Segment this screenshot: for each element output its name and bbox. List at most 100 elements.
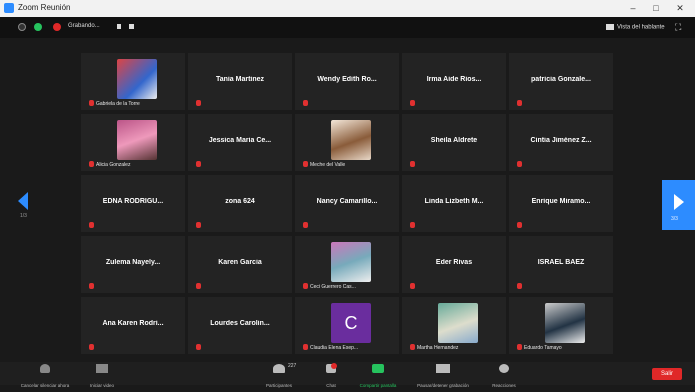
muted-mic-icon (89, 100, 94, 106)
participant-tile[interactable]: EDNA RODRIGU... (80, 174, 186, 233)
participant-tile[interactable]: Alicia Gonzalez (80, 113, 186, 172)
pause-recording-icon[interactable] (117, 24, 121, 29)
participant-avatar (438, 303, 478, 343)
participant-tile[interactable]: Eduardo Tamayo (508, 296, 614, 355)
muted-mic-icon (196, 100, 201, 106)
muted-mic-icon (89, 161, 94, 167)
participant-tile[interactable]: Eder Rivas (401, 235, 507, 294)
recording-icon (53, 23, 61, 31)
participant-tile[interactable]: Sheila Aldrete (401, 113, 507, 172)
muted-mic-icon (517, 283, 522, 289)
muted-mic-icon (89, 222, 94, 228)
participant-name: Gabriela de la Torre (96, 101, 140, 107)
next-page-number: 3/3 (671, 216, 678, 222)
participant-tile[interactable]: zona 624 (187, 174, 293, 233)
share-screen-icon (372, 364, 384, 373)
muted-mic-icon (517, 161, 522, 167)
muted-mic-icon (410, 283, 415, 289)
muted-mic-icon (196, 222, 201, 228)
participant-name: Jessica Maria Ce... (208, 137, 272, 144)
participant-avatar (545, 303, 585, 343)
muted-mic-icon (517, 222, 522, 228)
zoom-logo-icon (4, 3, 14, 13)
pause-recording-icon (436, 364, 450, 373)
participant-tile[interactable]: Karen Garcia (187, 235, 293, 294)
participant-tile[interactable]: Meche del Valle (294, 113, 400, 172)
muted-mic-icon (89, 283, 94, 289)
title-bar: Zoom Reunión – □ ✕ (0, 0, 695, 18)
participant-name: Enrique Miramo... (531, 198, 591, 205)
next-page-arrow-icon (674, 194, 684, 210)
info-icon[interactable] (18, 23, 26, 31)
participant-name: Linda Lizbeth M... (424, 198, 484, 205)
participant-tile[interactable]: Jessica Maria Ce... (187, 113, 293, 172)
shield-icon[interactable] (34, 23, 42, 31)
leave-button[interactable]: Salir (652, 368, 682, 380)
participant-tile[interactable]: Wendy Edith Ro... (294, 52, 400, 111)
reactions-button[interactable]: Reacciones (484, 362, 524, 392)
participant-tile[interactable]: ISRAEL BAEZ (508, 235, 614, 294)
share-screen-button[interactable]: Compartir pantalla (352, 362, 404, 392)
participant-tile[interactable]: Ceci Guerrero Cas... (294, 235, 400, 294)
maximize-button[interactable]: □ (649, 2, 663, 14)
speaker-view-icon (606, 24, 614, 30)
participants-count: 227 (288, 363, 297, 369)
participant-name: Cintia Jiménez Z... (530, 137, 592, 144)
participant-avatar (117, 59, 157, 99)
participants-button[interactable]: Participantes 227 (258, 362, 300, 392)
close-button[interactable]: ✕ (673, 2, 687, 14)
muted-mic-icon (410, 344, 415, 350)
participant-name: Nancy Camarillo... (316, 198, 378, 205)
minimize-button[interactable]: – (626, 2, 640, 14)
muted-mic-icon (303, 344, 308, 350)
fullscreen-icon[interactable]: ⛶ (675, 22, 685, 32)
muted-mic-icon (303, 222, 308, 228)
participant-name: zona 624 (225, 198, 255, 205)
participant-tile[interactable]: Nancy Camarillo... (294, 174, 400, 233)
participant-tile[interactable]: Enrique Miramo... (508, 174, 614, 233)
muted-mic-icon (303, 283, 308, 289)
muted-mic-icon (89, 344, 94, 350)
participant-tile[interactable]: Ana Karen Rodri... (80, 296, 186, 355)
participants-icon (273, 364, 285, 373)
muted-mic-icon (196, 283, 201, 289)
previous-page-arrow-icon[interactable] (18, 192, 28, 210)
participant-avatar (117, 120, 157, 160)
participant-avatar (331, 242, 371, 282)
previous-page-number: 1/3 (20, 213, 27, 219)
participant-name: patricia Gonzale... (531, 76, 591, 83)
stop-recording-icon[interactable] (129, 24, 134, 29)
muted-mic-icon (303, 161, 308, 167)
participant-tile[interactable]: Martha Hernandez (401, 296, 507, 355)
participant-tile[interactable]: Irma Aide Rios... (401, 52, 507, 111)
meeting-top-bar: Grabando... (0, 17, 695, 38)
participant-name: Eder Rivas (435, 259, 473, 266)
participant-name: EDNA RODRIGU... (102, 198, 164, 205)
participant-name: Meche del Valle (310, 162, 346, 168)
start-video-button[interactable]: Iniciar video (82, 362, 122, 392)
pause-stop-recording-button[interactable]: Pausar/detener grabación (408, 362, 478, 392)
participant-tile[interactable]: Gabriela de la Torre (80, 52, 186, 111)
participant-name: Lourdes Carolin... (210, 320, 270, 327)
unmute-button[interactable]: Cancelar silenciar ahora (14, 362, 76, 392)
participant-tile[interactable]: Zulema Nayely... (80, 235, 186, 294)
speaker-view-button[interactable]: Vista del hablante (606, 24, 665, 31)
participant-tile[interactable]: patricia Gonzale... (508, 52, 614, 111)
participant-name: Claudia Elena Esep... (310, 345, 359, 351)
next-page-button[interactable]: 3/3 (662, 180, 695, 230)
reactions-icon (499, 364, 509, 373)
participant-tile[interactable]: Linda Lizbeth M... (401, 174, 507, 233)
participant-tile[interactable]: Lourdes Carolin... (187, 296, 293, 355)
chat-notification-badge (331, 363, 337, 369)
participant-tile[interactable]: Cintia Jiménez Z... (508, 113, 614, 172)
recording-label: Grabando... (68, 23, 100, 29)
participant-tile[interactable]: C Claudia Elena Esep... (294, 296, 400, 355)
muted-mic-icon (517, 344, 522, 350)
window-title: Zoom Reunión (18, 3, 71, 12)
participant-tile[interactable]: Tania Martinez (187, 52, 293, 111)
participant-name: Ana Karen Rodri... (102, 320, 164, 327)
participant-initial-avatar: C (331, 303, 371, 343)
muted-mic-icon (410, 222, 415, 228)
muted-mic-icon (196, 344, 201, 350)
participant-name: Tania Martinez (215, 76, 265, 83)
